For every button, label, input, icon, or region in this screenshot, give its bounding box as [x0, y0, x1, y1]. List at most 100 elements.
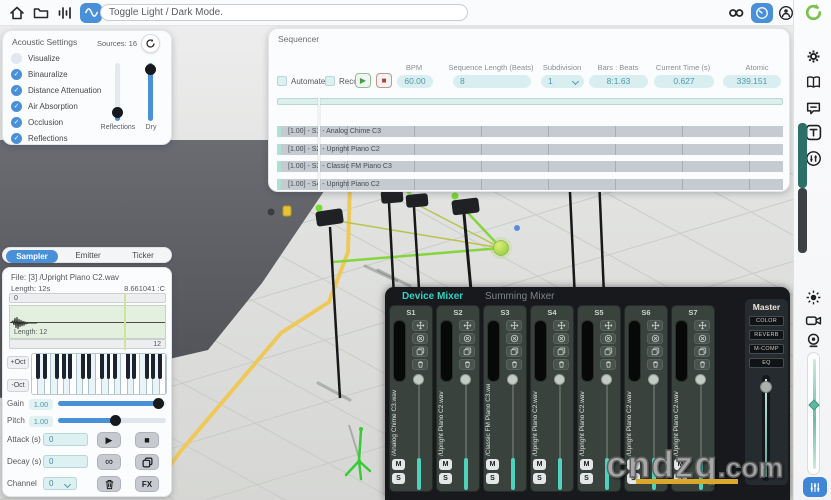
refresh-sources-button[interactable] [141, 34, 160, 53]
acoustic-setting-row[interactable]: Distance Attenuation [11, 82, 101, 98]
duplicate-button[interactable] [135, 454, 159, 470]
solo-button[interactable]: S [439, 473, 452, 484]
volume-fader-thumb[interactable] [695, 374, 706, 385]
black-key[interactable] [55, 354, 60, 379]
channel-select[interactable]: 0 [43, 477, 77, 490]
binocular-icon[interactable] [728, 5, 744, 21]
pan-move-button[interactable] [506, 320, 522, 331]
mode-toggle-input[interactable] [100, 4, 468, 21]
solo-button[interactable]: S [580, 473, 593, 484]
slider-thumb[interactable] [808, 399, 820, 411]
bypass-button[interactable] [600, 333, 616, 344]
scene-handle-square[interactable] [282, 205, 292, 217]
comment-icon[interactable] [805, 100, 822, 117]
tab-summing-mixer[interactable]: Summing Mixer [485, 291, 554, 302]
subdivision-select[interactable]: 1 [541, 75, 584, 88]
black-key[interactable] [100, 354, 105, 379]
fx-button[interactable]: FX [135, 476, 159, 492]
tab-ticker[interactable]: Ticker [116, 248, 170, 262]
slider-thumb[interactable] [109, 415, 121, 426]
pitch-slider[interactable] [58, 415, 166, 426]
trash-button[interactable] [459, 359, 475, 370]
sequencer-track-row[interactable]: [1.00] - S3 - Classic FM Piano C3 [277, 161, 783, 172]
webcam-icon[interactable] [805, 332, 822, 349]
copy-button[interactable] [412, 346, 428, 357]
sequencer-track-row[interactable]: [1.00] - S1 - Analog Chime C3 [277, 126, 783, 137]
black-key[interactable] [144, 354, 149, 379]
slider-thumb[interactable] [112, 107, 123, 118]
volume-fader-thumb[interactable] [507, 374, 518, 385]
trash-button[interactable] [97, 476, 121, 492]
master-color-button[interactable]: COLOR [749, 316, 784, 326]
bypass-button[interactable] [506, 333, 522, 344]
playhead-cursor[interactable] [318, 98, 320, 191]
acoustic-setting-row[interactable]: Reflections [11, 130, 101, 146]
black-key[interactable] [87, 354, 92, 379]
focus-sphere[interactable] [493, 240, 509, 256]
sequence-progress-bar[interactable] [277, 98, 783, 105]
mixer-toggle-button[interactable] [803, 477, 827, 497]
video-camera-icon[interactable] [805, 312, 822, 329]
home-icon[interactable] [9, 5, 25, 21]
reset-icon[interactable] [803, 2, 824, 23]
black-key[interactable] [112, 354, 117, 379]
tab-sampler[interactable]: Sampler [6, 249, 58, 263]
trash-button[interactable] [694, 359, 710, 370]
acoustic-setting-row[interactable]: Visualize [11, 50, 101, 66]
octave-up-button[interactable]: +Oct [7, 356, 29, 369]
sequence-length-value[interactable]: 8 [453, 75, 531, 88]
checkbox[interactable] [11, 84, 22, 96]
pan-move-button[interactable] [647, 320, 663, 331]
acoustic-setting-row[interactable]: Occlusion [11, 114, 101, 130]
pan-move-button[interactable] [694, 320, 710, 331]
waveform-button[interactable] [80, 2, 102, 23]
text-tool-icon[interactable] [805, 124, 822, 141]
copy-button[interactable] [647, 346, 663, 357]
range-end-slider[interactable]: 12 [9, 339, 166, 349]
book-icon[interactable] [805, 74, 822, 91]
piano-keyboard[interactable] [31, 353, 167, 395]
copy-button[interactable] [694, 346, 710, 357]
black-key[interactable] [81, 354, 85, 379]
preview-play-button[interactable]: ▶ [97, 432, 121, 448]
tune-icon[interactable] [805, 150, 822, 167]
black-key[interactable] [157, 354, 162, 379]
bypass-button[interactable] [553, 333, 569, 344]
bpm-value[interactable]: 60.00 [397, 75, 433, 88]
black-key[interactable] [68, 354, 73, 379]
black-key[interactable] [151, 354, 156, 379]
trash-button[interactable] [647, 359, 663, 370]
pan-move-button[interactable] [553, 320, 569, 331]
pan-move-button[interactable] [459, 320, 475, 331]
trash-button[interactable] [553, 359, 569, 370]
volume-fader-thumb[interactable] [554, 374, 565, 385]
mute-button[interactable]: M [580, 459, 593, 470]
copy-button[interactable] [459, 346, 475, 357]
automate-checkbox[interactable] [277, 76, 287, 86]
master-fader-thumb[interactable] [760, 381, 772, 393]
mute-button[interactable]: M [439, 459, 452, 470]
view-zoom-slider[interactable] [807, 352, 820, 475]
black-key[interactable] [106, 354, 111, 379]
black-key[interactable] [125, 354, 130, 379]
trash-button[interactable] [506, 359, 522, 370]
copy-button[interactable] [506, 346, 522, 357]
gear-icon[interactable] [805, 48, 822, 65]
black-key[interactable] [132, 354, 136, 379]
tab-emitter[interactable]: Emitter [61, 248, 115, 262]
folder-icon[interactable] [33, 5, 49, 21]
bypass-button[interactable] [694, 333, 710, 344]
black-key[interactable] [42, 354, 47, 379]
octave-down-button[interactable]: -Oct [7, 379, 29, 392]
gain-slider[interactable] [58, 398, 166, 409]
checkbox[interactable] [11, 52, 22, 64]
cursor-dot-blue[interactable] [514, 225, 520, 231]
copy-button[interactable] [553, 346, 569, 357]
attack-input[interactable]: 0 [43, 433, 88, 446]
preview-stop-button[interactable]: ■ [135, 432, 159, 448]
black-key[interactable] [36, 354, 41, 379]
pan-move-button[interactable] [600, 320, 616, 331]
sequencer-track-row[interactable]: [1.00] - S4 - Upright Piano C2 [277, 178, 783, 190]
pan-move-button[interactable] [412, 320, 428, 331]
record-checkbox[interactable] [325, 76, 335, 86]
